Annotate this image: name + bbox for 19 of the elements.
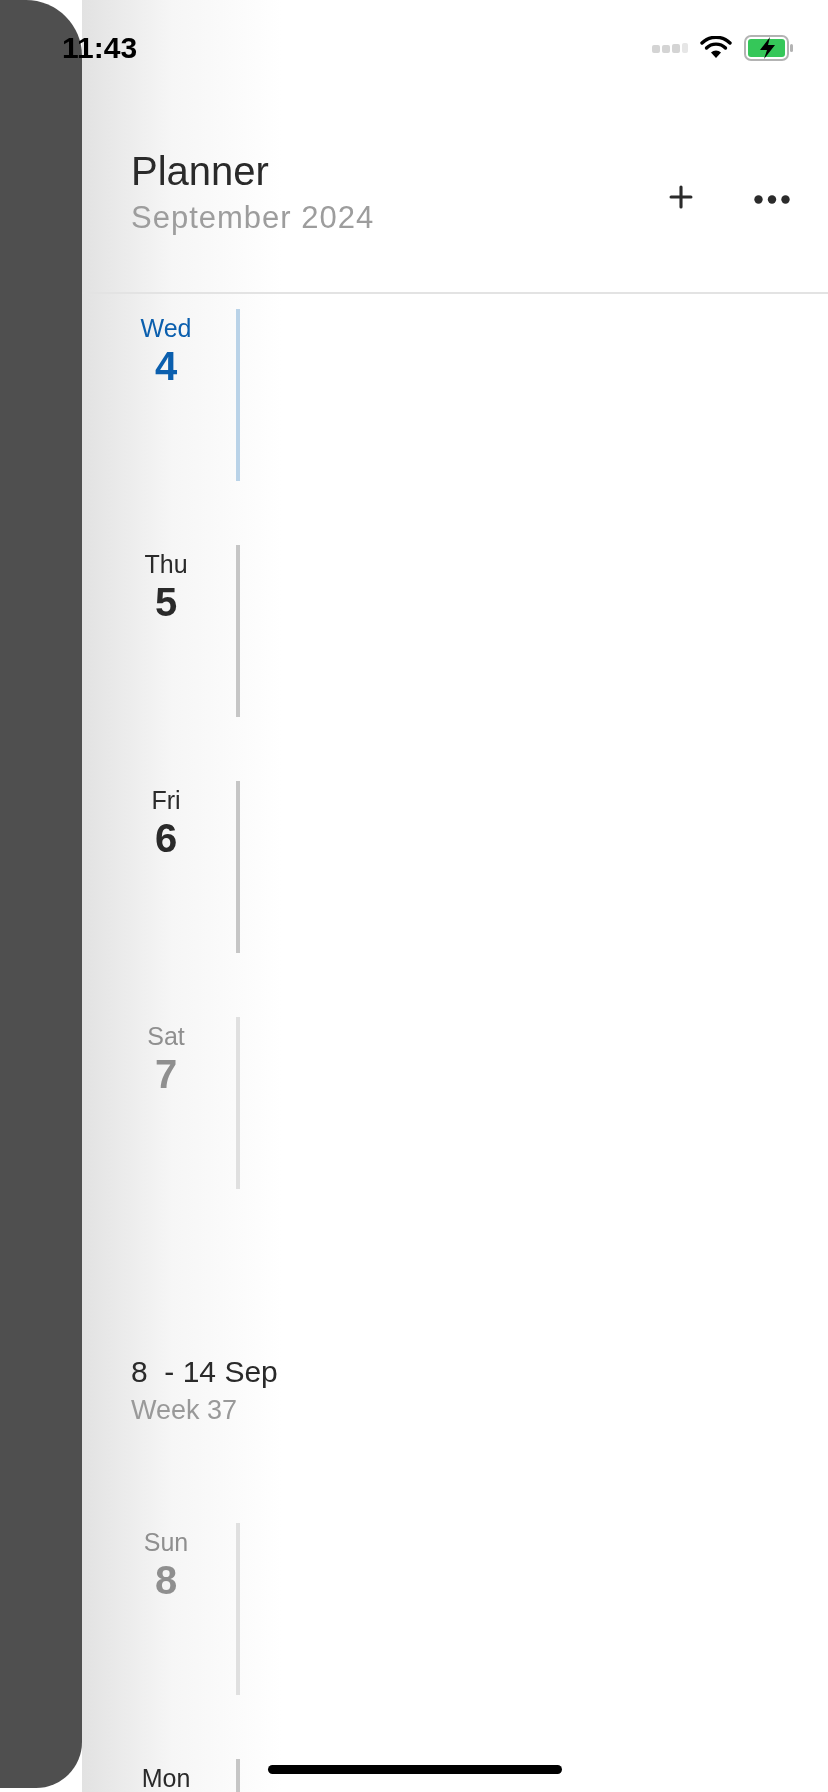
day-number: 7 [154,1051,178,1097]
wifi-icon [700,36,732,60]
weekday-label: Sat [147,1021,185,1051]
signal-icon [652,42,688,54]
weekday-label: Mon [141,1763,191,1792]
weekday-label: Sun [143,1527,189,1557]
weekday-label: Wed [140,313,192,343]
weekday-label: Thu [144,549,188,579]
weekday-label: Fri [151,785,181,815]
day-number: 4 [154,343,178,389]
day-number: 5 [154,579,178,625]
month-subtitle: September 2024 [131,199,375,237]
week-range: 8 - 14 Sep [131,1354,278,1390]
week-number: Week 37 [131,1394,238,1426]
battery-charging-icon [744,35,794,61]
page-title: Planner [131,148,269,194]
day-number: 8 [154,1557,178,1603]
day-number: 6 [154,815,178,861]
more-icon [754,195,790,204]
